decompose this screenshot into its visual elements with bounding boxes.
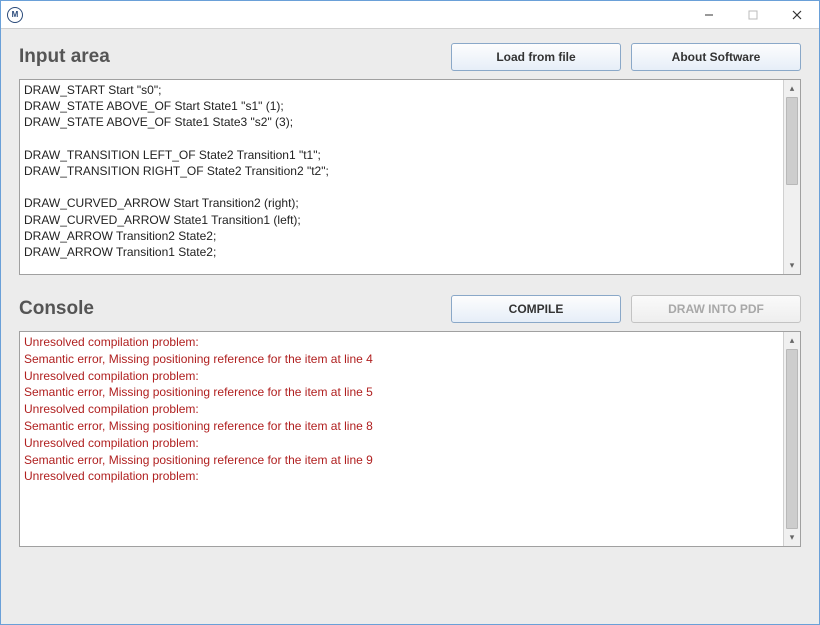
window-controls — [687, 1, 819, 29]
console-line: Unresolved compilation problem: — [24, 334, 374, 351]
titlebar: M — [1, 1, 819, 29]
input-header: Input area Load from file About Software — [19, 43, 801, 71]
console-scrollbar[interactable]: ▴ ▾ — [783, 332, 800, 546]
input-scrollbar[interactable]: ▴ ▾ — [783, 80, 800, 274]
close-icon — [792, 10, 802, 20]
console-line: Semantic error, Missing positioning refe… — [24, 418, 374, 435]
minimize-icon — [704, 10, 714, 20]
input-title: Input area — [19, 46, 110, 68]
scroll-thumb[interactable] — [786, 97, 798, 185]
console-button-row: COMPILE DRAW INTO PDF — [451, 295, 801, 323]
console-header: Console COMPILE DRAW INTO PDF — [19, 295, 801, 323]
compile-button[interactable]: COMPILE — [451, 295, 621, 323]
input-panel: DRAW_START Start "s0"; DRAW_STATE ABOVE_… — [19, 79, 801, 275]
app-icon: M — [7, 7, 23, 23]
maximize-icon — [748, 10, 758, 20]
console-line: Unresolved compilation problem: — [24, 468, 374, 485]
console-title: Console — [19, 298, 94, 320]
console-line: Semantic error, Missing positioning refe… — [24, 351, 374, 368]
titlebar-left: M — [1, 7, 23, 23]
app-window: M Input area Load from file About Softwa… — [0, 0, 820, 625]
scroll-thumb[interactable] — [786, 349, 798, 529]
load-from-file-button[interactable]: Load from file — [451, 43, 621, 71]
scroll-down-button[interactable]: ▾ — [784, 257, 800, 274]
scroll-up-button[interactable]: ▴ — [784, 80, 800, 97]
content-area: Input area Load from file About Software… — [1, 29, 819, 624]
input-textarea[interactable]: DRAW_START Start "s0"; DRAW_STATE ABOVE_… — [20, 80, 783, 274]
console-line: Semantic error, Missing positioning refe… — [24, 452, 374, 469]
console-panel: Unresolved compilation problem:Semantic … — [19, 331, 801, 547]
console-line: Semantic error, Missing positioning refe… — [24, 384, 374, 401]
console-line: Unresolved compilation problem: — [24, 401, 374, 418]
close-button[interactable] — [775, 1, 819, 29]
console-output[interactable]: Unresolved compilation problem:Semantic … — [20, 332, 783, 546]
minimize-button[interactable] — [687, 1, 731, 29]
console-line: Unresolved compilation problem: — [24, 368, 374, 385]
scroll-down-button[interactable]: ▾ — [784, 529, 800, 546]
draw-into-pdf-button[interactable]: DRAW INTO PDF — [631, 295, 801, 323]
console-line: Unresolved compilation problem: — [24, 435, 374, 452]
scroll-up-button[interactable]: ▴ — [784, 332, 800, 349]
about-software-button[interactable]: About Software — [631, 43, 801, 71]
maximize-button[interactable] — [731, 1, 775, 29]
scroll-track[interactable] — [784, 349, 800, 529]
scroll-track[interactable] — [784, 97, 800, 257]
spacer — [19, 275, 801, 295]
input-button-row: Load from file About Software — [451, 43, 801, 71]
